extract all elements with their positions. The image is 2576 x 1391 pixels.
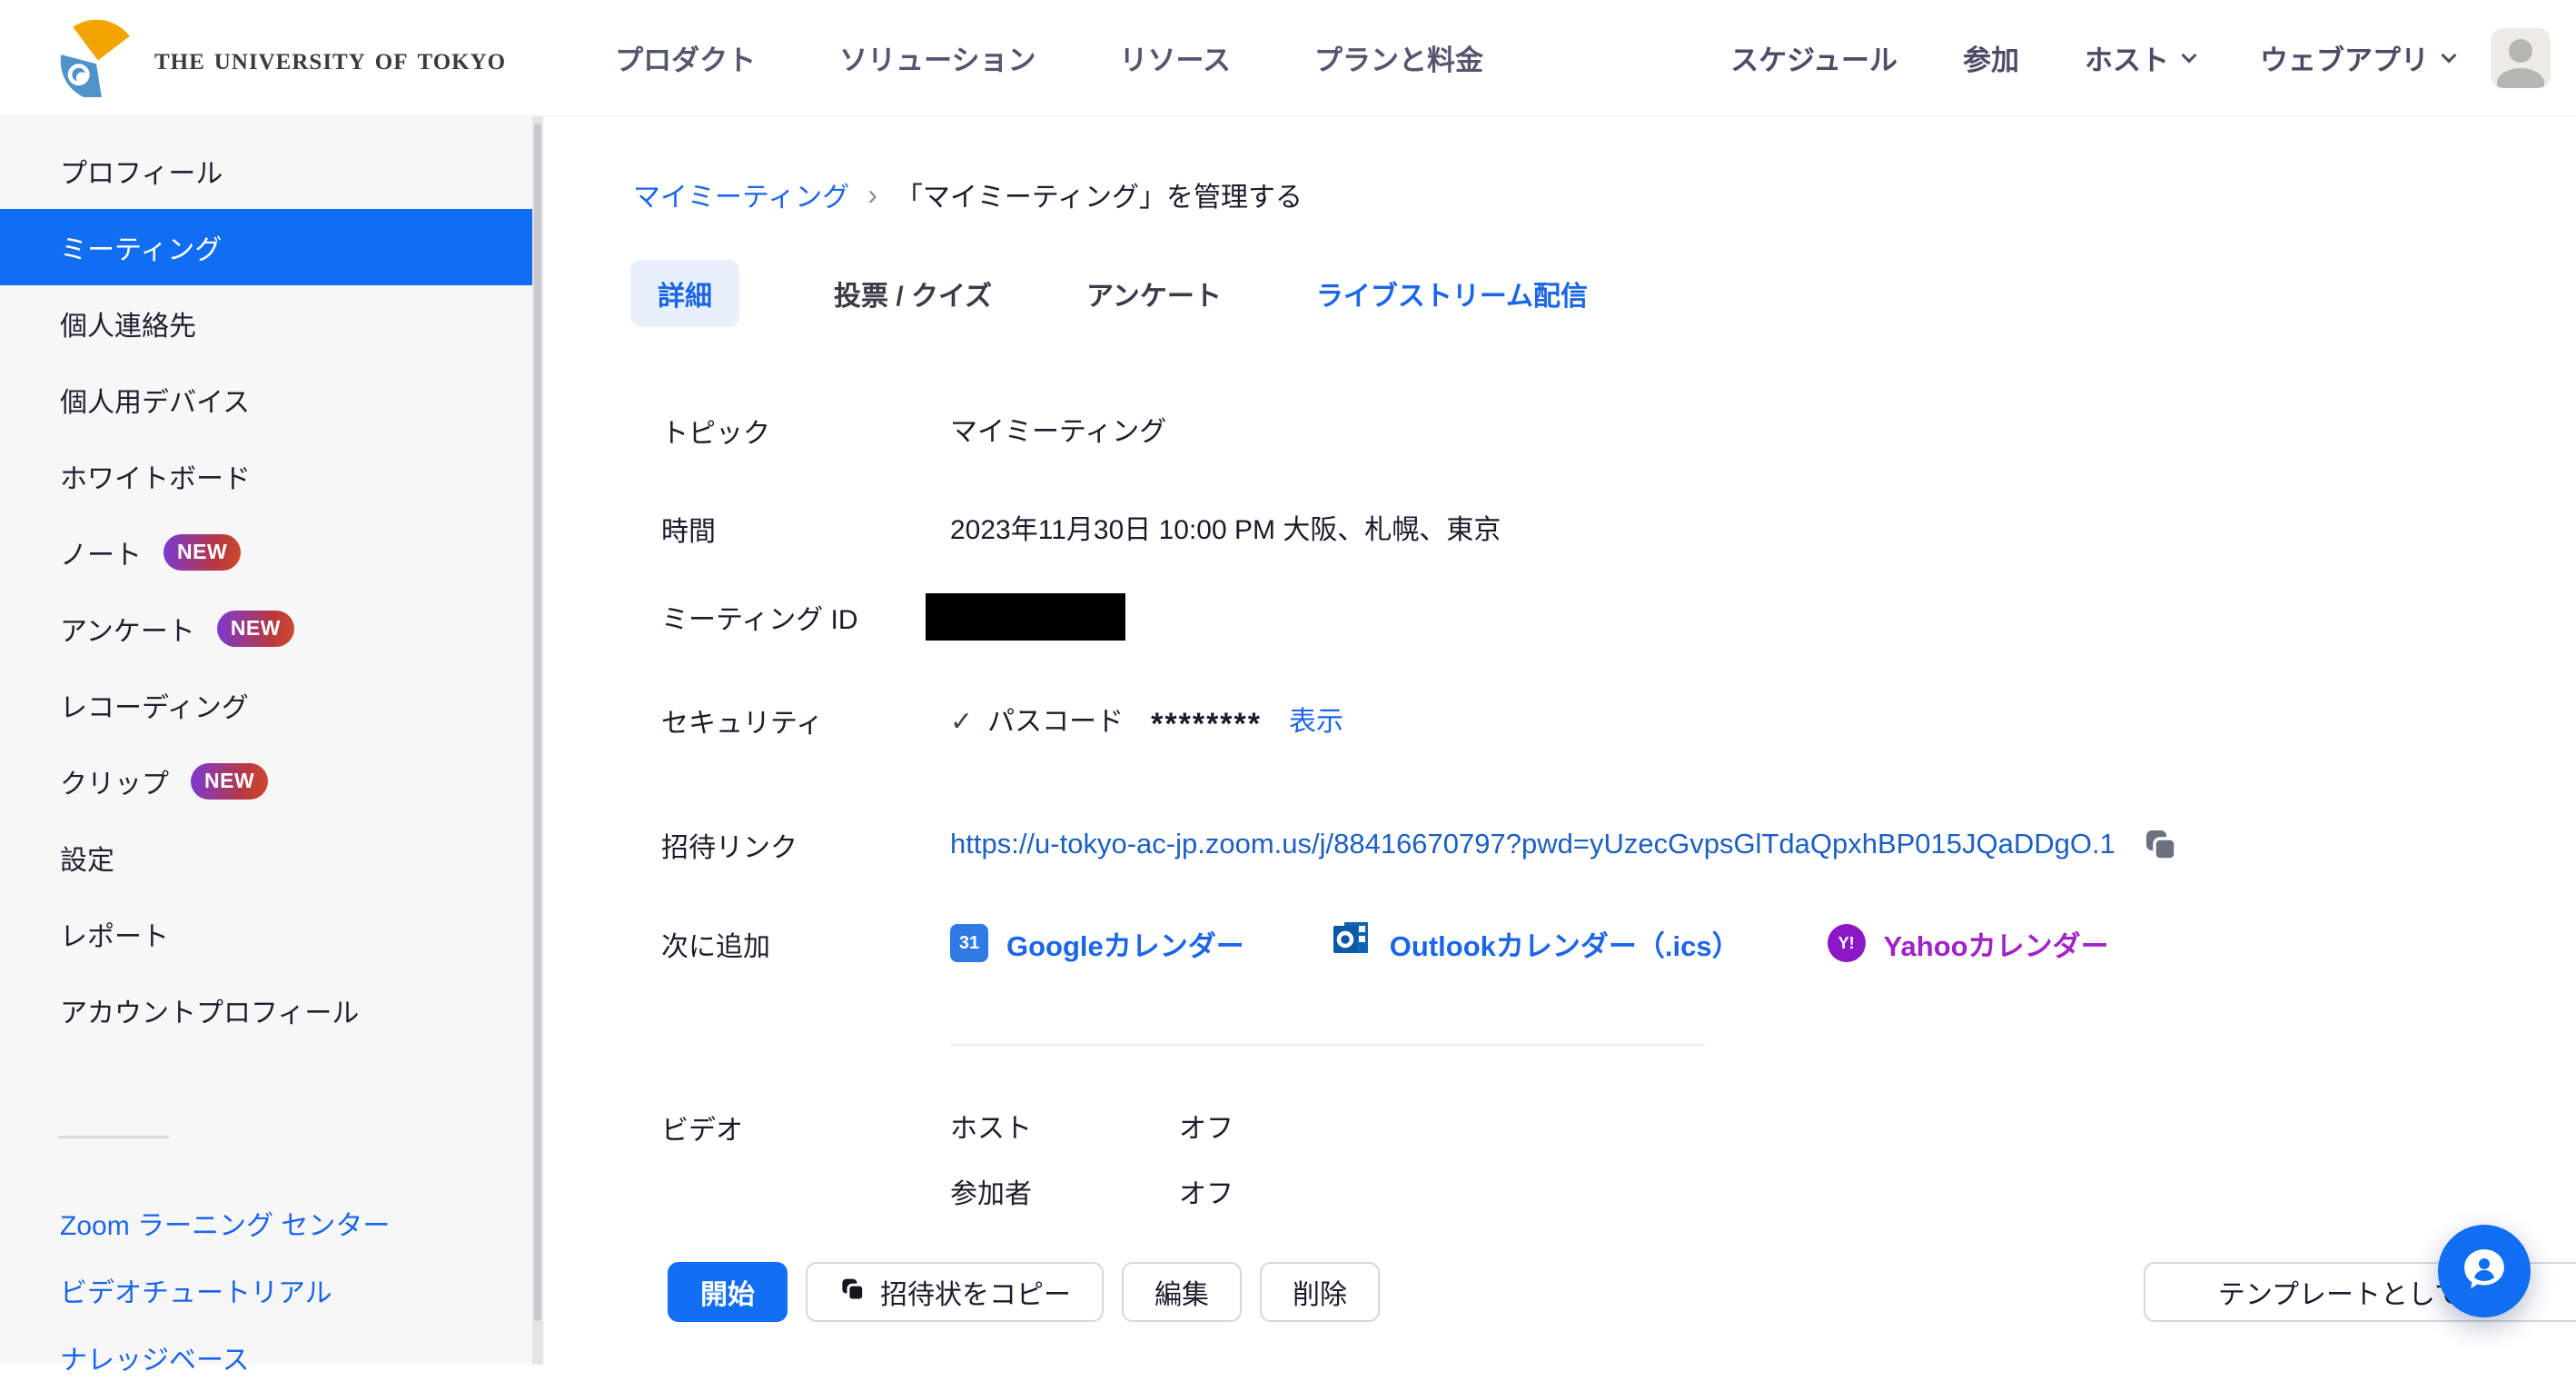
invite-link-label: 招待リンク — [661, 823, 950, 865]
join-link[interactable]: 参加 — [1963, 37, 2019, 78]
user-avatar[interactable] — [2491, 28, 2551, 88]
sidebar-item-profile[interactable]: プロフィール — [0, 133, 532, 209]
nav-products[interactable]: プロダクト — [615, 37, 756, 78]
copy-link-icon[interactable] — [2141, 826, 2181, 873]
account-nav: スケジュール 参加 ホスト ウェブアプリ — [1730, 37, 2454, 78]
copy-icon — [838, 1276, 867, 1312]
copy-invitation-button[interactable]: 招待状をコピー — [806, 1262, 1104, 1322]
start-button[interactable]: 開始 — [668, 1262, 788, 1322]
topic-label: トピック — [661, 409, 950, 451]
chevron-down-icon — [2182, 47, 2197, 63]
video-participant-label: 参加者 — [950, 1171, 1179, 1211]
yahoo-calendar-icon: Y! — [1828, 924, 1866, 962]
invite-url-link[interactable]: https://u-tokyo-ac-jp.zoom.us/j/88416670… — [950, 828, 2115, 860]
webapp-menu[interactable]: ウェブアプリ — [2260, 37, 2454, 78]
security-value: ✓ パスコード ******** 表示 — [950, 699, 1343, 739]
new-badge: NEW — [163, 534, 241, 571]
delete-button[interactable]: 削除 — [1260, 1262, 1380, 1322]
video-host-label: ホスト — [950, 1106, 1179, 1146]
outlook-calendar-link[interactable]: Outlookカレンダー（.ics） — [1332, 919, 1740, 968]
main-content: マイミーティング › 「マイミーティング」を管理する 詳細 投票 / クイズ ア… — [543, 116, 2576, 1365]
yahoo-calendar-link[interactable]: Y! Yahooカレンダー — [1828, 923, 2109, 964]
topic-value: マイミーティング — [950, 409, 1166, 449]
sidebar: プロフィール ミーティング 個人連絡先 個人用デバイス ホワイトボード ノートN… — [0, 116, 543, 1365]
passcode-label: パスコード — [987, 707, 1124, 737]
utokyo-ginkgo-icon — [54, 14, 138, 102]
host-menu[interactable]: ホスト — [2085, 37, 2195, 78]
nav-resources[interactable]: リソース — [1120, 37, 1231, 78]
check-icon: ✓ — [950, 707, 973, 737]
sidebar-item-surveys[interactable]: アンケートNEW — [0, 591, 532, 667]
tab-livestream[interactable]: ライブストリーム配信 — [1316, 273, 1588, 313]
security-label: セキュリティ — [661, 699, 950, 740]
support-chat-button[interactable] — [2438, 1225, 2531, 1317]
breadcrumb: マイミーティング › 「マイミーティング」を管理する — [633, 174, 2576, 214]
video-row: ビデオ ホスト オフ 参加者 オフ — [661, 1106, 2576, 1211]
tab-details[interactable]: 詳細 — [630, 260, 739, 327]
sidebar-item-notes[interactable]: ノートNEW — [0, 514, 532, 591]
video-host-value: オフ — [1179, 1106, 1234, 1146]
invite-link-row: 招待リンク https://u-tokyo-ac-jp.zoom.us/j/88… — [661, 820, 2576, 868]
meeting-details: トピック マイミーティング 時間 2023年11月30日 10:00 PM 大阪… — [661, 409, 2576, 1211]
sidebar-item-clips[interactable]: クリップNEW — [0, 743, 532, 820]
time-row: 時間 2023年11月30日 10:00 PM 大阪、札幌、東京 — [661, 507, 2576, 549]
meeting-id-label: ミーティング ID — [661, 597, 950, 637]
breadcrumb-chevron-icon: › — [867, 178, 877, 212]
utokyo-logo[interactable]: The University of Tokyo — [54, 14, 506, 102]
sidebar-link-learning-center[interactable]: Zoom ラーニング センター — [0, 1189, 543, 1257]
breadcrumb-current: 「マイミーティング」を管理する — [896, 174, 1303, 214]
sidebar-link-video-tutorials[interactable]: ビデオチュートリアル — [0, 1257, 543, 1324]
google-calendar-link[interactable]: 31 Googleカレンダー — [950, 923, 1244, 964]
security-row: セキュリティ ✓ パスコード ******** 表示 — [661, 699, 2576, 740]
google-calendar-icon: 31 — [950, 924, 988, 962]
meeting-id-row: ミーティング ID — [661, 593, 2576, 641]
show-passcode-link[interactable]: 表示 — [1289, 707, 1343, 737]
add-to-label: 次に追加 — [661, 922, 950, 964]
utokyo-logo-text: The University of Tokyo — [154, 39, 506, 77]
sidebar-item-contacts[interactable]: 個人連絡先 — [0, 285, 532, 362]
schedule-link[interactable]: スケジュール — [1730, 37, 1897, 78]
meeting-tabs: 詳細 投票 / クイズ アンケート ライブストリーム配信 — [630, 260, 2576, 327]
sidebar-link-knowledge-base[interactable]: ナレッジベース — [0, 1324, 543, 1391]
footer-actions: 開始 招待状をコピー 編集 削除 — [668, 1262, 1380, 1322]
sidebar-item-devices[interactable]: 個人用デバイス — [0, 362, 532, 438]
add-to-calendar-row: 次に追加 31 Googleカレンダー — [661, 919, 2576, 968]
topic-row: トピック マイミーティング — [661, 409, 2576, 451]
sidebar-item-meetings[interactable]: ミーティング — [0, 209, 532, 285]
sidebar-item-account-profile[interactable]: アカウントプロフィール — [0, 972, 532, 1048]
chevron-down-icon — [2442, 47, 2457, 63]
tab-polls-quizzes[interactable]: 投票 / クイズ — [834, 273, 992, 313]
chat-person-icon — [2457, 1242, 2512, 1301]
video-participant-value: オフ — [1179, 1171, 1234, 1211]
nav-plans[interactable]: プランと料金 — [1314, 37, 1483, 78]
sidebar-divider — [58, 1136, 169, 1138]
outlook-calendar-icon — [1332, 919, 1372, 968]
sidebar-item-reports[interactable]: レポート — [0, 896, 532, 972]
sidebar-scrollbar[interactable] — [534, 124, 541, 1321]
top-header: The University of Tokyo プロダクト ソリューション リソ… — [0, 0, 2576, 116]
section-divider — [950, 1044, 1705, 1046]
passcode-mask: ******** — [1151, 707, 1262, 741]
meeting-id-redacted — [926, 593, 1125, 641]
video-label: ビデオ — [661, 1106, 950, 1148]
primary-nav: プロダクト ソリューション リソース プランと料金 — [615, 37, 1483, 78]
edit-button[interactable]: 編集 — [1122, 1262, 1242, 1322]
sidebar-item-whiteboard[interactable]: ホワイトボード — [0, 438, 532, 514]
sidebar-item-recordings[interactable]: レコーディング — [0, 667, 532, 743]
breadcrumb-my-meetings-link[interactable]: マイミーティング — [633, 174, 849, 214]
nav-solutions[interactable]: ソリューション — [839, 37, 1035, 78]
tab-survey[interactable]: アンケート — [1086, 273, 1222, 313]
time-label: 時間 — [661, 507, 950, 549]
new-badge: NEW — [191, 763, 268, 800]
sidebar-item-settings[interactable]: 設定 — [0, 820, 532, 896]
new-badge: NEW — [217, 611, 294, 647]
time-value: 2023年11月30日 10:00 PM 大阪、札幌、東京 — [950, 507, 1501, 547]
